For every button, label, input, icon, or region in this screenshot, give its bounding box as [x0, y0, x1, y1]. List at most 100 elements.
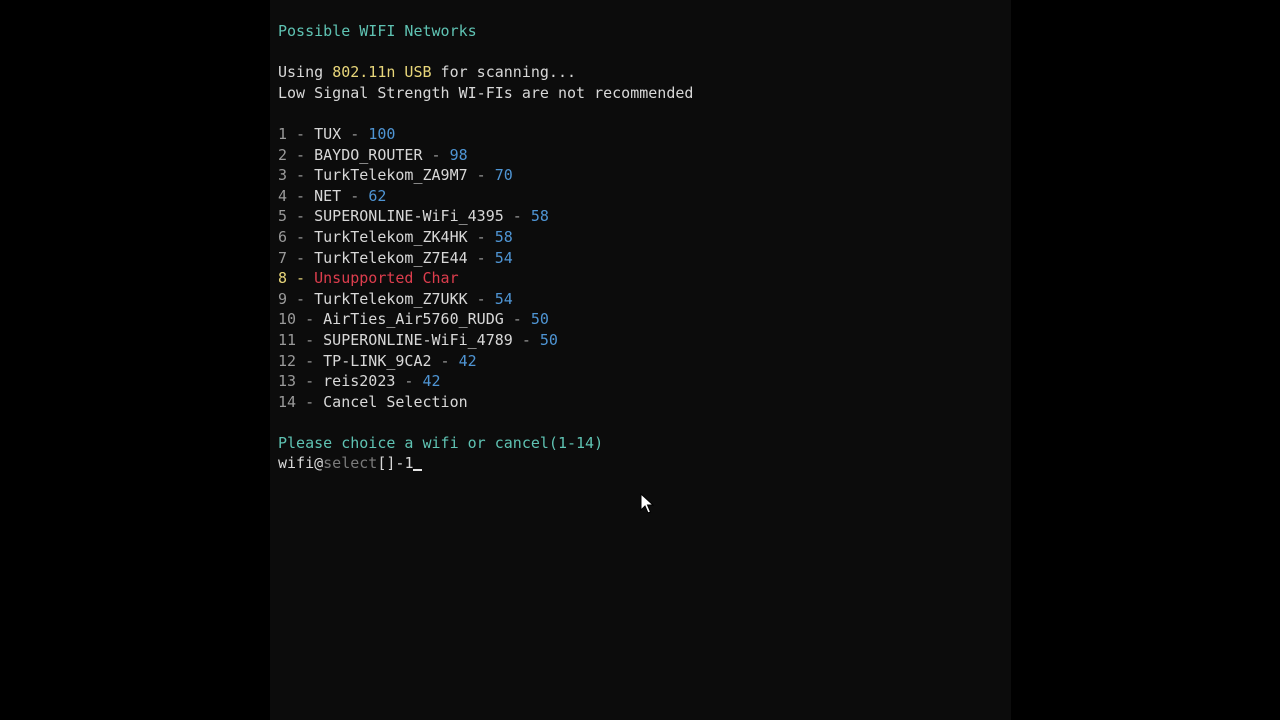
network-index: 4 — [278, 186, 288, 205]
selection-question: Please choice a wifi or cancel(1-14) — [278, 433, 604, 452]
separator: - — [503, 207, 531, 226]
network-name: TurkTelekom_Z7UKK — [314, 289, 468, 308]
separator: - — [287, 145, 315, 164]
network-index: 3 — [278, 166, 288, 185]
network-index: 14 — [278, 392, 297, 411]
separator: - — [287, 186, 315, 205]
separator: - — [287, 124, 315, 143]
separator: - — [467, 227, 495, 246]
signal-strength: 42 — [458, 351, 477, 370]
network-index: 8 — [278, 269, 288, 288]
signal-strength: 70 — [494, 166, 513, 185]
signal-strength: 100 — [368, 124, 396, 143]
text-cursor — [413, 469, 423, 472]
network-row: 14 - Cancel Selection — [278, 392, 693, 413]
network-row: 5 - SUPERONLINE-WiFi_4395 - 58 — [278, 206, 693, 227]
network-row: 6 - TurkTelekom_ZK4HK - 58 — [278, 227, 693, 248]
cancel-option-label: Cancel Selection — [323, 392, 468, 411]
network-name: SUPERONLINE-WiFi_4395 — [314, 207, 504, 226]
separator: - — [467, 166, 495, 185]
signal-warning: Low Signal Strength WI-FIs are not recom… — [278, 83, 694, 102]
separator: - — [296, 330, 324, 349]
signal-strength: 54 — [494, 248, 513, 267]
network-name: TurkTelekom_Z7E44 — [314, 248, 468, 267]
network-row: 2 - BAYDO_ROUTER - 98 — [278, 145, 693, 166]
separator: - — [431, 351, 459, 370]
signal-strength: 58 — [530, 207, 549, 226]
separator: - — [467, 289, 495, 308]
separator: - — [296, 351, 324, 370]
network-name: AirTies_Air5760_RUDG — [323, 310, 504, 329]
signal-strength: 50 — [530, 310, 549, 329]
signal-strength: 42 — [422, 372, 441, 391]
terminal-window[interactable]: Possible WIFI Networks Using 802.11n USB… — [270, 0, 1011, 720]
network-name: reis2023 — [323, 372, 396, 391]
using-prefix: Using — [278, 63, 333, 82]
separator: - — [287, 289, 315, 308]
mouse-pointer-icon — [640, 493, 654, 514]
network-index: 5 — [278, 207, 288, 226]
network-name: TUX — [314, 124, 342, 143]
network-name: Unsupported Char — [314, 269, 459, 288]
signal-strength: 58 — [494, 227, 513, 246]
separator: - — [287, 207, 315, 226]
separator: - — [512, 330, 540, 349]
signal-strength: 54 — [494, 289, 513, 308]
signal-strength: 50 — [539, 330, 558, 349]
output-title: Possible WIFI Networks — [278, 22, 477, 40]
network-row: 8 - Unsupported Char — [278, 268, 693, 289]
separator: - — [341, 186, 369, 205]
prompt-context: select — [323, 454, 378, 473]
separator: - — [287, 248, 315, 267]
network-index: 7 — [278, 248, 288, 267]
network-index: 6 — [278, 227, 288, 246]
separator: - — [395, 372, 423, 391]
network-row: 11 - SUPERONLINE-WiFi_4789 - 50 — [278, 330, 693, 351]
network-name: TurkTelekom_ZA9M7 — [314, 166, 468, 185]
prompt-user: wifi@ — [278, 454, 324, 473]
network-row: 13 - reis2023 - 42 — [278, 371, 693, 392]
network-row: 10 - AirTies_Air5760_RUDG - 50 — [278, 309, 693, 330]
network-name: NET — [314, 186, 342, 205]
separator: - — [296, 392, 324, 411]
separator: - — [296, 372, 324, 391]
adapter-name: 802.11n USB — [332, 63, 432, 82]
network-name: SUPERONLINE-WiFi_4789 — [323, 330, 513, 349]
signal-strength: 98 — [449, 145, 468, 164]
network-name: BAYDO_ROUTER — [314, 145, 423, 164]
separator: - — [503, 310, 531, 329]
using-suffix: for scanning... — [431, 63, 577, 82]
separator: - — [287, 227, 315, 246]
network-index: 1 — [278, 124, 288, 143]
network-list: 1 - TUX - 100 2 - BAYDO_ROUTER - 98 3 - Tu… — [278, 124, 693, 412]
network-row: 4 - NET - 62 — [278, 186, 693, 207]
separator: - — [467, 248, 495, 267]
network-row: 9 - TurkTelekom_Z7UKK - 54 — [278, 289, 693, 310]
network-row: 7 - TurkTelekom_Z7E44 - 54 — [278, 248, 693, 269]
terminal-output: Possible WIFI Networks Using 802.11n USB… — [278, 21, 693, 474]
command-prompt[interactable]: wifi@select[]-1 — [278, 453, 693, 474]
separator: - — [287, 269, 315, 288]
network-row: 3 - TurkTelekom_ZA9M7 - 70 — [278, 165, 693, 186]
network-index: 13 — [278, 372, 297, 391]
network-index: 12 — [278, 351, 297, 370]
separator: - — [422, 145, 450, 164]
prompt-suffix: []- — [377, 454, 405, 473]
network-index: 11 — [278, 330, 297, 349]
network-index: 9 — [278, 289, 288, 308]
network-row: 12 - TP-LINK_9CA2 - 42 — [278, 351, 693, 372]
network-index: 2 — [278, 145, 288, 164]
network-name: TP-LINK_9CA2 — [323, 351, 432, 370]
network-name: TurkTelekom_ZK4HK — [314, 227, 468, 246]
signal-strength: 62 — [368, 186, 387, 205]
separator: - — [296, 310, 324, 329]
separator: - — [287, 166, 315, 185]
prompt-input[interactable]: 1 — [404, 454, 413, 472]
separator: - — [341, 124, 369, 143]
scan-adapter-line: Using 802.11n USB for scanning... — [278, 62, 693, 83]
network-index: 10 — [278, 310, 297, 329]
network-row: 1 - TUX - 100 — [278, 124, 693, 145]
